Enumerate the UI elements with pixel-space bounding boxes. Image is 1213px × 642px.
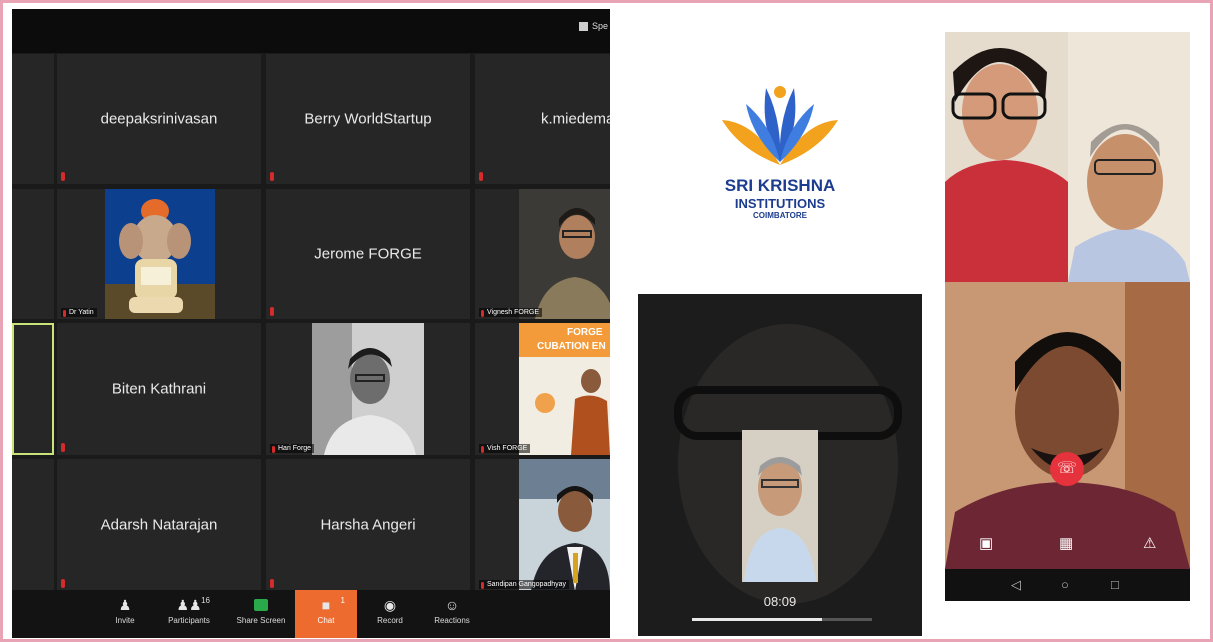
chat-label: Chat: [317, 616, 335, 625]
group-call-videos: [945, 32, 1190, 569]
call-progress-fill: [692, 618, 822, 621]
speaker-view-label: Spe: [591, 21, 608, 31]
participant-name: k.miedema: [541, 110, 610, 128]
participant-name: Harsha Angeri: [320, 516, 416, 534]
ganesha-image: [105, 189, 215, 319]
banner-text: FORGE: [567, 327, 603, 338]
sri-krishna-logo: SRI KRISHNA INSTITUTIONS COIMBATORE: [700, 70, 860, 240]
mic-muted-icon: [270, 579, 274, 588]
logo-line-1: SRI KRISHNA: [724, 176, 836, 195]
end-call-button[interactable]: ☏: [1050, 452, 1084, 486]
participant-label: Sandipan Gangopadhyay: [479, 580, 570, 589]
mic-muted-icon: [270, 307, 274, 316]
speaker-view-button[interactable]: Spe: [578, 17, 608, 35]
video-tile[interactable]: FORGE CUBATION EN Vish FORGE: [475, 323, 610, 455]
reactions-icon: ☺: [444, 597, 460, 613]
video-tile-partial[interactable]: [12, 189, 54, 319]
zoom-meeting-window: Spe deepaksrinivasan Berry WorldStartup …: [12, 9, 610, 638]
video-tile[interactable]: Hari Forge: [266, 323, 470, 455]
participant-video: [312, 323, 424, 455]
participant-label: Hari Forge: [270, 444, 315, 453]
android-nav-bar: ◁ ○ □: [945, 569, 1190, 601]
speaker-view-icon: [578, 21, 588, 31]
participant-name: deepaksrinivasan: [100, 110, 218, 128]
mic-muted-icon: [61, 172, 65, 181]
video-tile[interactable]: Adarsh Natarajan: [57, 459, 261, 591]
participants-label: Participants: [168, 616, 210, 625]
call-progress-bar[interactable]: [692, 618, 872, 621]
video-tile[interactable]: Berry WorldStartup: [266, 54, 470, 184]
zoom-toolbar: ♟ Invite ♟♟ 16 Participants Share Screen…: [12, 590, 610, 638]
video-tile[interactable]: deepaksrinivasan: [57, 54, 261, 184]
participant-label: Vignesh FORGE: [479, 308, 543, 317]
participant-video: [519, 189, 610, 319]
participant-video: [519, 459, 610, 591]
reactions-button[interactable]: ☺ Reactions: [423, 594, 481, 634]
record-button[interactable]: ◉ Record: [361, 594, 419, 634]
share-screen-button[interactable]: Share Screen: [232, 594, 290, 634]
chat-button[interactable]: ■ 1 Chat: [295, 590, 357, 638]
mic-muted-icon: [61, 443, 65, 452]
recents-icon[interactable]: □: [1111, 577, 1119, 592]
logo-line-3: COIMBATORE: [753, 211, 807, 220]
video-tile[interactable]: Dr Yatin: [57, 189, 261, 319]
chat-count: 1: [340, 596, 345, 605]
invite-button[interactable]: ♟ Invite: [96, 594, 154, 634]
video-tile-partial[interactable]: [12, 459, 54, 591]
home-icon[interactable]: ○: [1061, 577, 1069, 592]
participants-count: 16: [201, 596, 210, 605]
mic-off-icon[interactable]: ⚠: [1143, 534, 1156, 552]
end-call-icon: ☏: [1056, 460, 1077, 477]
mobile-group-video-call: ▣ ▦ ⚠ ☏ ◁ ○ □: [945, 32, 1190, 601]
reactions-label: Reactions: [434, 616, 470, 625]
video-tile[interactable]: Sandipan Gangopadhyay: [475, 459, 610, 591]
camera-icon[interactable]: ▣: [979, 534, 993, 552]
self-view-pip[interactable]: [742, 430, 818, 582]
zoom-top-bar: Spe: [12, 9, 610, 53]
video-tile-active-speaker[interactable]: [12, 323, 54, 455]
record-icon: ◉: [383, 597, 397, 613]
participant-label: Dr Yatin: [61, 308, 97, 317]
participant-label: Vish FORGE: [479, 444, 531, 453]
video-off-icon[interactable]: ▦: [1059, 534, 1073, 552]
participant-name: Adarsh Natarajan: [100, 516, 218, 534]
video-tile-partial[interactable]: [12, 54, 54, 184]
mic-muted-icon: [479, 172, 483, 181]
participant-name: Biten Kathrani: [111, 380, 207, 398]
add-person-icon: ♟: [118, 597, 132, 613]
mic-muted-icon: [61, 579, 65, 588]
video-tile[interactable]: Vignesh FORGE: [475, 189, 610, 319]
record-label: Record: [377, 616, 403, 625]
participant-name: Jerome FORGE: [314, 245, 422, 263]
lotus-logo-icon: [722, 86, 838, 165]
video-tile[interactable]: Biten Kathrani: [57, 323, 261, 455]
mobile-video-call: 08:09: [638, 294, 922, 636]
video-tile[interactable]: k.miedema: [475, 54, 610, 184]
video-tile[interactable]: Jerome FORGE: [266, 189, 470, 319]
back-icon[interactable]: ◁: [1011, 577, 1021, 593]
call-duration: 08:09: [763, 594, 797, 609]
mic-muted-icon: [270, 172, 274, 181]
logo-line-2: INSTITUTIONS: [734, 196, 826, 211]
video-tile[interactable]: Harsha Angeri: [266, 459, 470, 591]
share-screen-icon: [254, 599, 268, 611]
chat-icon: ■: [321, 597, 331, 613]
share-screen-label: Share Screen: [236, 616, 286, 625]
self-view-video: [742, 430, 818, 582]
participants-button[interactable]: ♟♟ 16 Participants: [160, 594, 218, 634]
banner-text: CUBATION EN: [537, 341, 606, 352]
invite-label: Invite: [115, 616, 135, 625]
participant-name: Berry WorldStartup: [304, 110, 432, 128]
